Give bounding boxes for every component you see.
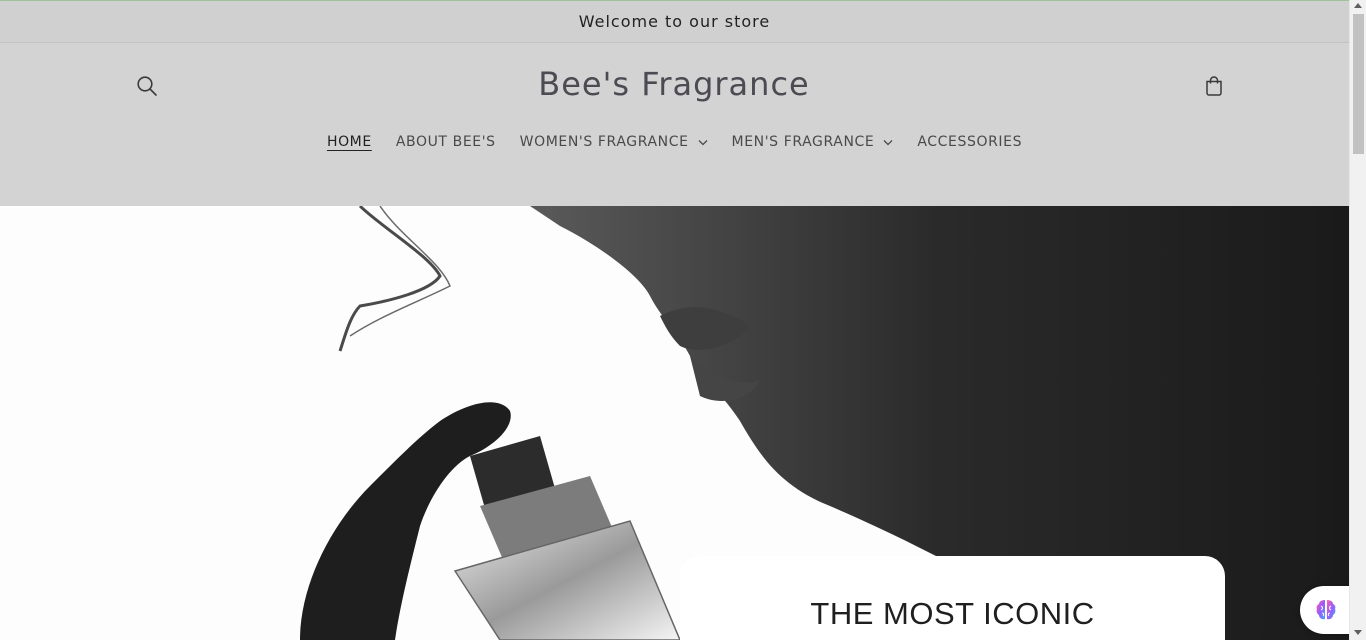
nav-item-about[interactable]: ABOUT BEE'S <box>384 131 508 153</box>
scroll-up-arrow-icon[interactable] <box>1354 3 1362 8</box>
hero-content-card: THE MOST ICONIC <box>680 556 1225 640</box>
nav-item-womens-fragrance[interactable]: WOMEN'S FRAGRANCE <box>508 131 720 153</box>
brain-icon <box>1316 600 1336 620</box>
scroll-down-arrow-icon[interactable] <box>1354 630 1362 635</box>
nav-item-label: ACCESSORIES <box>917 134 1023 150</box>
nav-item-label: MEN'S FRAGRANCE <box>731 134 875 150</box>
main-nav: HOME ABOUT BEE'S WOMEN'S FRAGRANCE MEN'S… <box>0 131 1349 153</box>
site-header: Bee's Fragrance HOME ABOUT BEE'S WOMEN'S… <box>0 43 1349 206</box>
chevron-down-icon <box>883 139 893 146</box>
announcement-text: Welcome to our store <box>578 12 771 31</box>
brand-logo[interactable]: Bee's Fragrance <box>474 65 874 103</box>
hero-title: THE MOST ICONIC <box>810 596 1095 631</box>
hero-banner: THE MOST ICONIC <box>0 206 1349 640</box>
nav-item-mens-fragrance[interactable]: MEN'S FRAGRANCE <box>720 131 906 153</box>
nav-item-label: HOME <box>326 134 372 150</box>
floating-assistant-button[interactable] <box>1300 586 1352 634</box>
page-scrollbar[interactable] <box>1349 0 1366 640</box>
nav-item-label: WOMEN'S FRAGRANCE <box>519 134 689 150</box>
nav-item-accessories[interactable]: ACCESSORIES <box>905 131 1034 153</box>
announcement-bar: Welcome to our store <box>0 0 1349 43</box>
scroll-thumb[interactable] <box>1353 14 1364 154</box>
page: Welcome to our store Bee's Fragrance HOM… <box>0 0 1349 640</box>
nav-item-home[interactable]: HOME <box>315 131 384 153</box>
cart-icon <box>1206 76 1222 96</box>
search-icon <box>137 76 157 96</box>
search-button[interactable] <box>131 70 163 102</box>
cart-button[interactable] <box>1198 70 1230 102</box>
nav-item-label: ABOUT BEE'S <box>395 134 496 150</box>
chevron-down-icon <box>698 139 708 146</box>
